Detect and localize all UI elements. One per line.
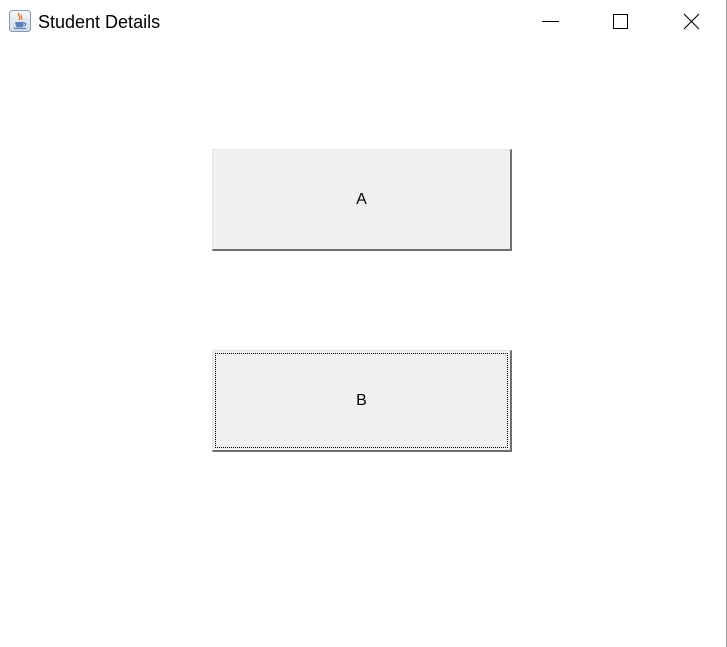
- java-cup-icon[interactable]: [9, 10, 31, 32]
- a-button-label: A: [356, 190, 367, 208]
- maximize-icon: [613, 14, 628, 29]
- maximize-button[interactable]: [597, 0, 643, 44]
- minimize-button[interactable]: [528, 0, 574, 44]
- a-button[interactable]: A: [212, 149, 512, 251]
- b-button-label: B: [356, 391, 367, 409]
- student-details-window: Student Details A B: [0, 0, 727, 647]
- window-title: Student Details: [38, 12, 161, 32]
- minimize-icon: [542, 21, 559, 22]
- title-bar[interactable]: Student Details: [0, 0, 726, 44]
- close-icon: [683, 13, 700, 30]
- content-pane: A B: [0, 44, 726, 647]
- close-button[interactable]: [668, 0, 714, 44]
- b-button[interactable]: B: [212, 350, 512, 452]
